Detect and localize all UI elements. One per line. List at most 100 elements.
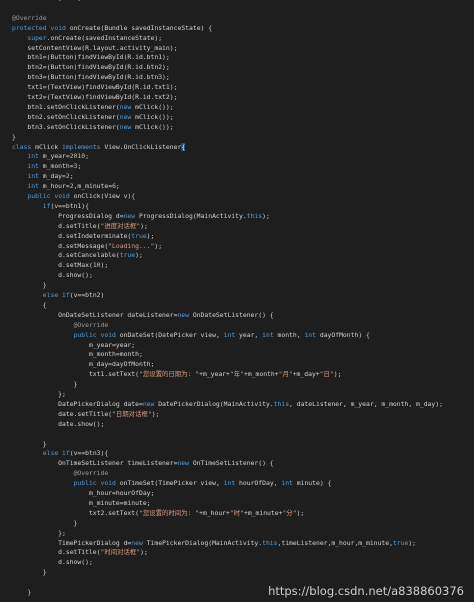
code-line: OnTimeSetListener timeListener=new OnTim… [12, 459, 474, 469]
code-line: { [12, 301, 474, 311]
code-token: int [223, 479, 236, 488]
code-token: ); [296, 508, 305, 517]
code-line: d.setCancelable(true); [12, 251, 474, 261]
code-token: m_year=year; [12, 340, 136, 349]
code-token: new [119, 122, 132, 131]
code-token: dayOfMonth) { [316, 330, 370, 339]
code-line: m_year=year; [12, 341, 474, 351]
code-line: btn3=(Button)findViewById(R.id.btn3); [12, 73, 474, 83]
code-line: btn3.setOnClickListener(new mClick()); [12, 123, 474, 133]
code-token: }; [12, 528, 66, 537]
code-token: ; [77, 162, 82, 171]
code-line: public void onClick(View v){ [12, 192, 474, 202]
code-line: class mClick implements View.OnClickList… [12, 142, 474, 153]
code-token: void [100, 330, 116, 339]
code-line: m_month=month; [12, 350, 474, 360]
code-line: btn2=(Button)findViewById(R.id.btn2); [12, 63, 474, 73]
code-token: "时间对话框" [100, 548, 141, 557]
code-token: new [119, 112, 132, 121]
code-token: d.show(); [12, 271, 93, 280]
code-line: d.setMax(10); [12, 261, 474, 271]
code-line: public void onDateSet(DatePicker view, i… [12, 331, 474, 341]
code-token: "月" [278, 370, 293, 379]
code-token: "年" [229, 370, 244, 379]
code-line: d.setTitle("进度对话框"); [12, 222, 474, 232]
code-token: new [119, 102, 132, 111]
code-token: DatePickerDialog date= [12, 399, 143, 408]
code-token: OnDateSetListener() { [189, 310, 274, 319]
code-token: this [246, 211, 263, 220]
code-line: else if(v==btn3){ [12, 449, 474, 459]
code-line: d.show(); [12, 271, 474, 281]
code-token: mClick()); [131, 102, 174, 111]
code-token: "您设置的时间为: " [138, 508, 200, 517]
code-token: this [273, 399, 290, 408]
code-token: ); [146, 231, 155, 240]
code-line: int m_day=2; [12, 172, 474, 182]
code-token: public [27, 192, 51, 200]
code-token: int [27, 172, 39, 181]
code-token: d.setMessage( [12, 241, 109, 250]
code-token: (v==btn2) [69, 291, 105, 299]
code-line: txt2=(TextView)findViewById(R.id.txt2); [12, 93, 474, 103]
code-line: d.setIndeterminate(true); [12, 232, 474, 242]
code-line: d.setMessage("Loading..."); [12, 242, 474, 252]
code-token: , dateListener, m_year, m_month, m_day); [289, 399, 443, 408]
code-token: onTimeSet(TimePicker view, [115, 479, 224, 488]
code-token: year, [235, 330, 263, 339]
code-token: } [12, 281, 47, 290]
code-token: d.setTitle( [12, 548, 101, 557]
code-line: }; [12, 529, 474, 539]
code-token: 2010 [69, 152, 86, 161]
code-token: TimePickerDialog d= [12, 538, 132, 547]
code-token: btn3=(Button)findViewById(R.id.btn3); [12, 73, 170, 82]
code-token: (v==btn1){ [50, 201, 89, 210]
code-token: m_minute=minute; [12, 498, 151, 507]
code-line: date.setTitle("日期对话框"); [12, 410, 474, 420]
code-token: protected [12, 23, 47, 32]
code-token: true [131, 231, 147, 240]
code-token: ProgressDialog d= [12, 211, 124, 220]
code-line: date.show(); [12, 420, 474, 430]
code-token: m_day= [38, 172, 66, 181]
code-token: "时" [229, 508, 244, 517]
code-token: @Override [12, 13, 47, 22]
code-line: else if(v==btn2) [12, 291, 474, 301]
code-token: btn1.setOnClickListener( [12, 102, 120, 111]
code-token: int [27, 152, 39, 161]
code-line: @Override [12, 14, 474, 24]
code-line: int m_month=3; [12, 162, 474, 172]
code-token: 10 [92, 261, 101, 270]
code-line: public void onTimeSet(TimePicker view, i… [12, 479, 474, 489]
code-token: else [42, 291, 59, 299]
code-token: m_hour=hourOfDay; [12, 489, 155, 497]
code-token: } [12, 518, 78, 527]
code-token: d.setCancelable( [12, 251, 120, 260]
code-line: d.show(); [12, 558, 474, 568]
code-token: txt1.setText( [12, 370, 139, 379]
code-token: hourOfDay, [235, 479, 282, 488]
code-token: public [73, 479, 97, 488]
code-line: DatePickerDialog date=new DatePickerDial… [12, 400, 474, 410]
code-token: ; [85, 152, 89, 161]
code-token: ; [115, 182, 120, 191]
code-token: btn3.setOnClickListener( [12, 122, 120, 131]
code-token: m_hour= [38, 182, 70, 191]
code-line: OnDateSetListener dateListener=new OnDat… [12, 311, 474, 321]
code-token: implements [62, 142, 101, 151]
code-token: new [131, 538, 143, 547]
code-editor[interactable]: txtview txt1,txt2;@Overrideprotected voi… [0, 0, 474, 602]
code-token: OnTimeSetListener timeListener= [12, 459, 178, 468]
code-token: ,m_minute= [73, 182, 113, 191]
code-token: mClick()); [131, 122, 174, 131]
code-token: if [62, 291, 70, 299]
code-line: if(v==btn1){ [12, 202, 474, 212]
code-line: btn1.setOnClickListener(new mClick()); [12, 103, 474, 113]
code-token: true [119, 251, 136, 260]
